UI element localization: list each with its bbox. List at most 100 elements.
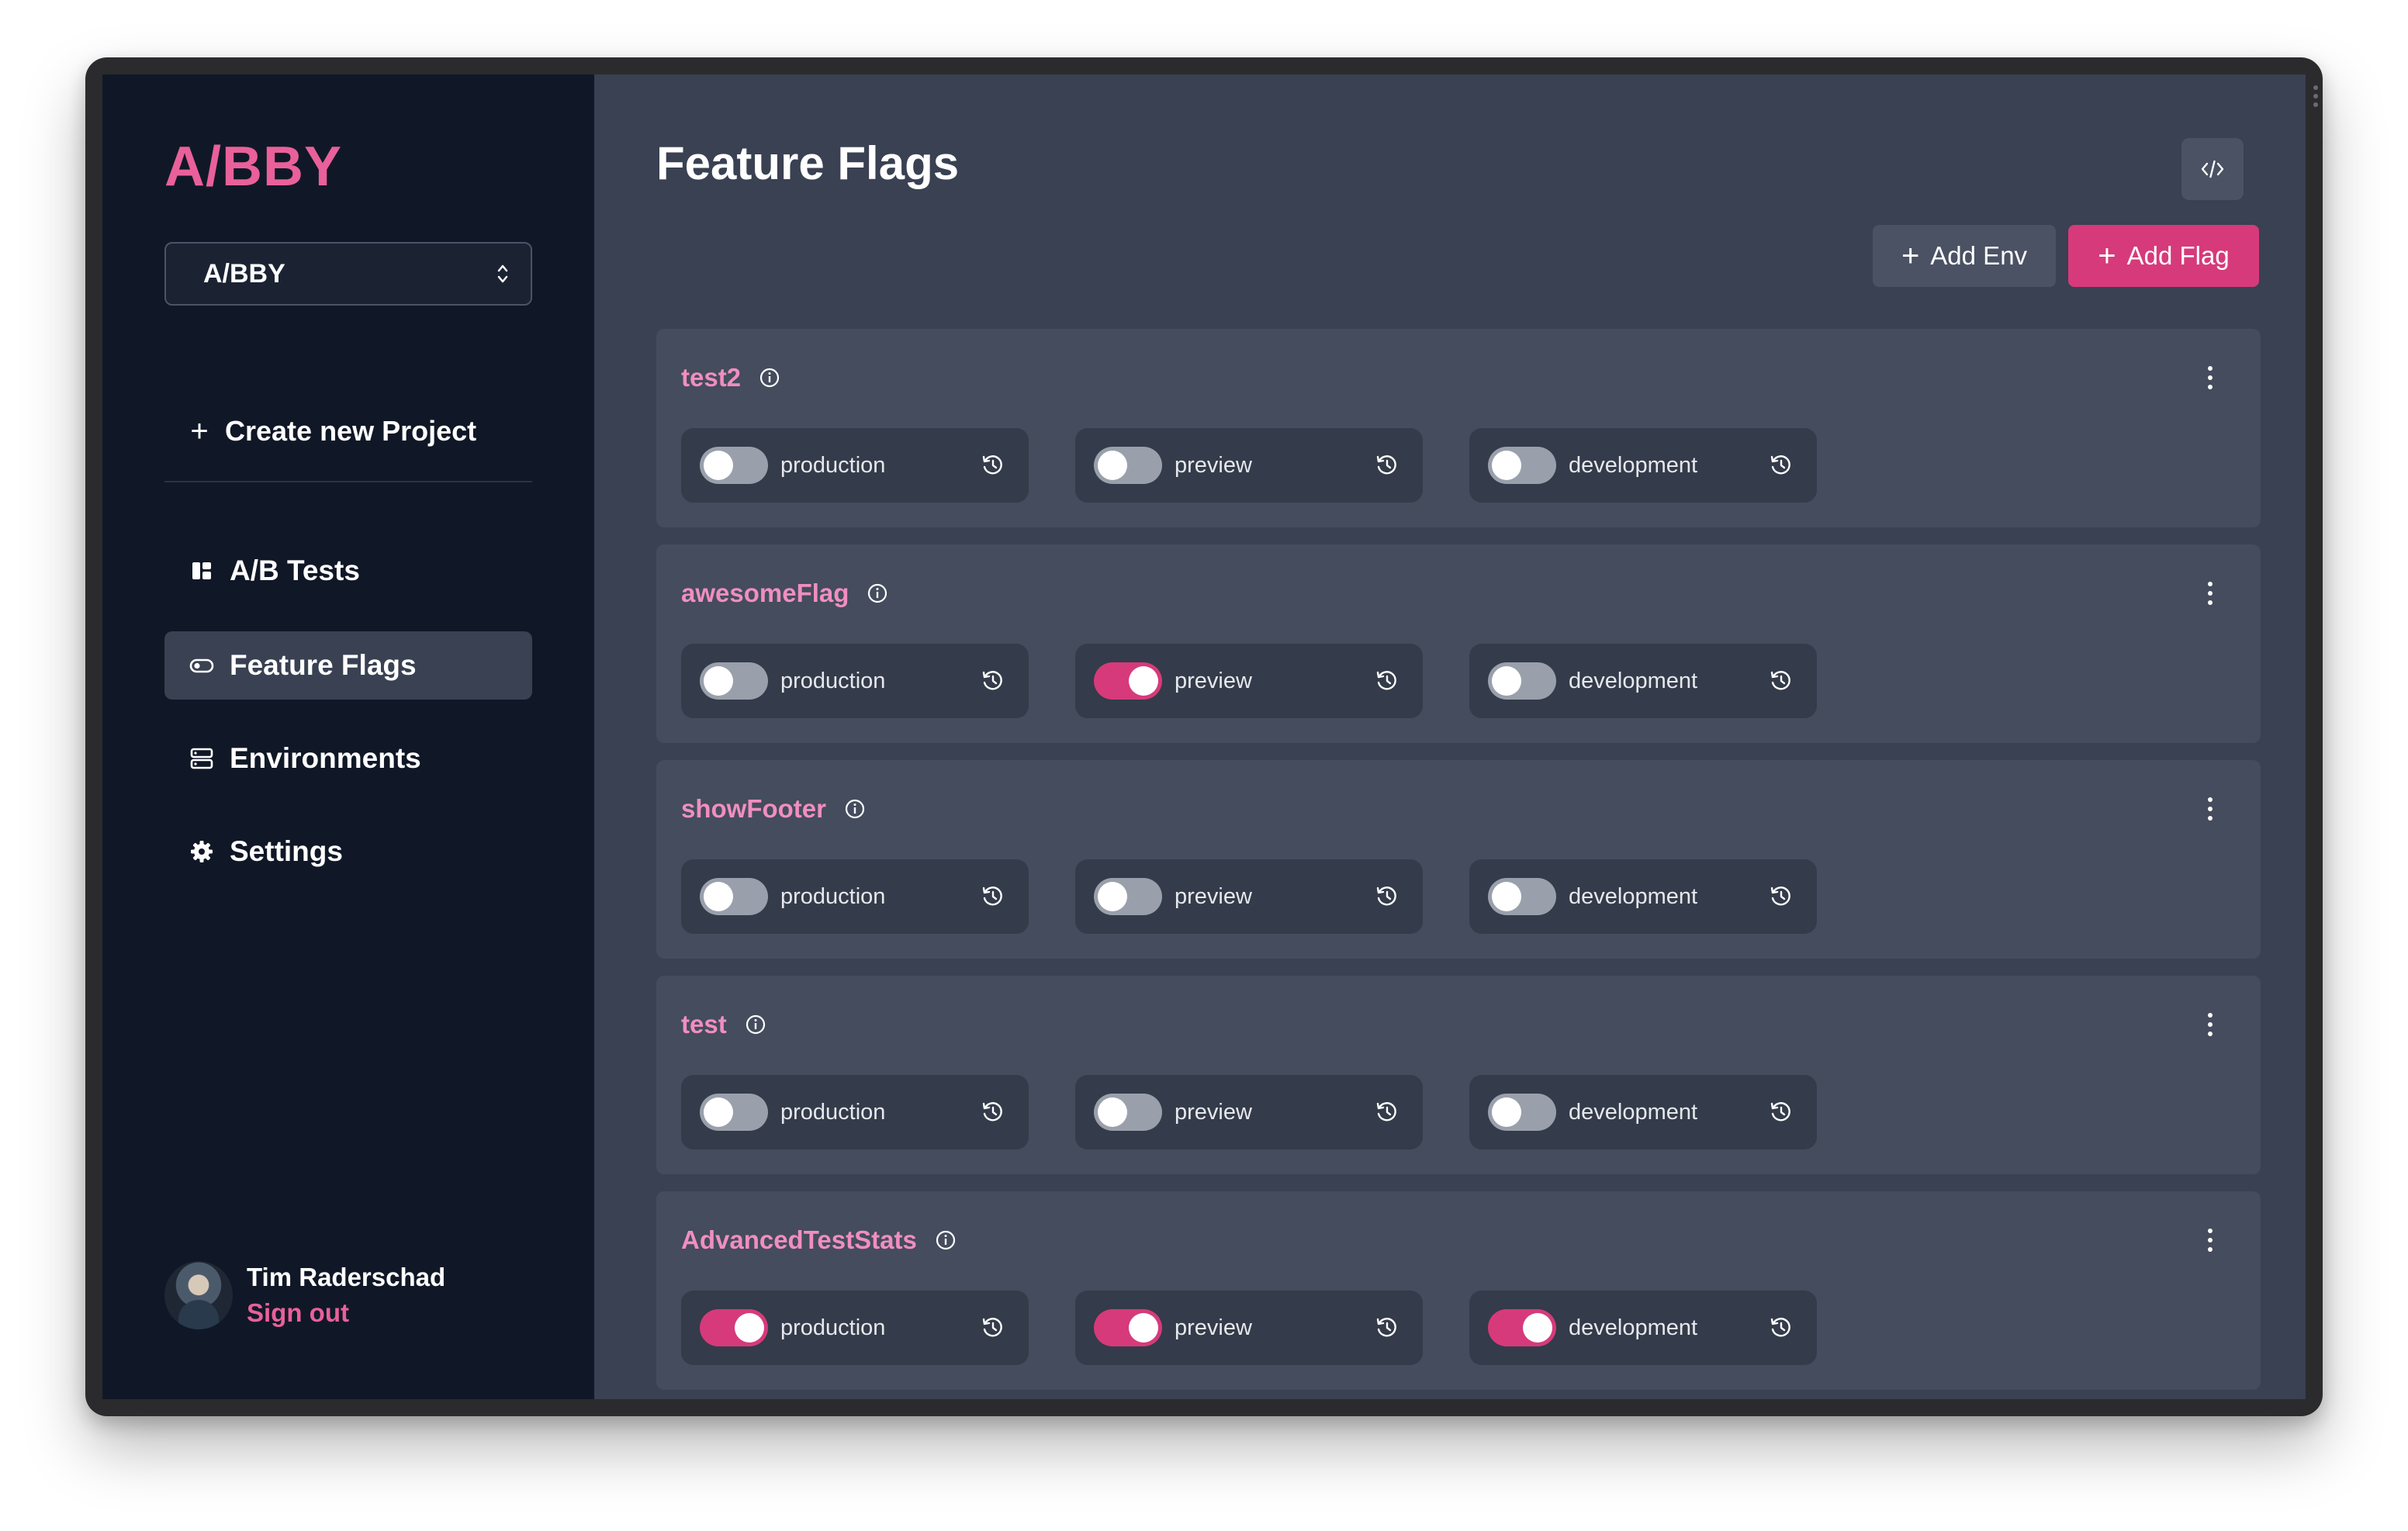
window-grip[interactable] [2313, 85, 2318, 111]
toggle-switch[interactable] [700, 1094, 768, 1131]
env-label: production [780, 1315, 886, 1340]
history-icon[interactable] [1767, 1098, 1795, 1126]
flag-name-row: test2 [681, 363, 781, 392]
sidebar-divider [164, 481, 532, 482]
toggle-switch[interactable] [1488, 447, 1556, 484]
history-icon[interactable] [979, 1314, 1007, 1342]
flag-name-row: awesomeFlag [681, 579, 889, 608]
toggle-switch[interactable] [700, 447, 768, 484]
flag-name[interactable]: awesomeFlag [681, 579, 849, 608]
env-label: preview [1175, 884, 1252, 909]
env-toggle-development: development [1469, 859, 1817, 934]
env-toggle-production: production [681, 644, 1029, 718]
env-label: preview [1175, 1315, 1252, 1340]
sidebar-item-label: Feature Flags [230, 649, 417, 681]
toggle-switch[interactable] [1094, 1094, 1162, 1131]
env-label: production [780, 669, 886, 693]
sidebar-item-label: Settings [230, 835, 343, 867]
project-select[interactable]: A/BBY [164, 242, 532, 306]
sidebar-item-ab-tests[interactable]: A/B Tests [164, 537, 532, 605]
more-options-icon[interactable] [2206, 366, 2214, 394]
history-icon[interactable] [1373, 883, 1401, 911]
toggle-switch[interactable] [700, 662, 768, 700]
history-icon[interactable] [1373, 451, 1401, 479]
dashboard-icon [192, 562, 211, 579]
history-icon[interactable] [1767, 667, 1795, 695]
more-options-icon[interactable] [2206, 582, 2214, 610]
toggle-icon [189, 658, 214, 673]
env-label: preview [1175, 453, 1252, 478]
sidebar-item-label: A/B Tests [230, 555, 360, 586]
flag-name[interactable]: showFooter [681, 794, 826, 824]
history-icon[interactable] [1373, 1098, 1401, 1126]
create-project-label: Create new Project [225, 415, 477, 447]
toggle-switch[interactable] [700, 878, 768, 915]
history-icon[interactable] [1767, 451, 1795, 479]
flag-name[interactable]: test2 [681, 363, 741, 392]
env-label: preview [1175, 1100, 1252, 1125]
toggle-switch[interactable] [1488, 1309, 1556, 1346]
flag-name[interactable]: AdvancedTestStats [681, 1225, 917, 1255]
history-icon[interactable] [1767, 883, 1795, 911]
toggle-switch[interactable] [1094, 447, 1162, 484]
history-icon[interactable] [979, 1098, 1007, 1126]
flag-name-row: showFooter [681, 794, 867, 824]
sidebar-item-feature-flags[interactable]: Feature Flags [164, 631, 532, 700]
toggle-switch[interactable] [1094, 1309, 1162, 1346]
history-icon[interactable] [1373, 667, 1401, 695]
plus-icon: + [190, 413, 209, 448]
sidebar-item-settings[interactable]: Settings [164, 817, 532, 886]
more-options-icon[interactable] [2206, 797, 2214, 825]
history-icon[interactable] [979, 667, 1007, 695]
gear-icon [191, 841, 213, 862]
sidebar-item-environments[interactable]: Environments [164, 724, 532, 793]
history-icon[interactable] [979, 451, 1007, 479]
create-project-button[interactable]: + Create new Project [189, 408, 476, 454]
app-window: A/BBY A/BBY + Create new Project A/B Tes… [102, 74, 2306, 1399]
more-options-icon[interactable] [2206, 1013, 2214, 1041]
flag-name-row: AdvancedTestStats [681, 1225, 957, 1255]
flag-card: test2 production preview development [656, 329, 2261, 527]
toggle-switch[interactable] [1488, 1094, 1556, 1131]
toggle-switch[interactable] [700, 1309, 768, 1346]
sidebar: A/BBY A/BBY + Create new Project A/B Tes… [102, 74, 594, 1399]
env-toggle-production: production [681, 1291, 1029, 1365]
env-label: preview [1175, 669, 1252, 693]
history-icon[interactable] [1373, 1314, 1401, 1342]
more-options-icon[interactable] [2206, 1229, 2214, 1256]
history-icon[interactable] [979, 883, 1007, 911]
toggle-switch[interactable] [1488, 662, 1556, 700]
env-toggle-development: development [1469, 644, 1817, 718]
history-icon[interactable] [1767, 1314, 1795, 1342]
env-toggle-preview: preview [1075, 644, 1423, 718]
toggle-switch[interactable] [1488, 878, 1556, 915]
add-flag-label: Add Flag [2126, 241, 2230, 270]
env-label: production [780, 1100, 886, 1125]
add-env-button[interactable]: + Add Env [1873, 225, 2056, 287]
env-toggle-preview: preview [1075, 1075, 1423, 1149]
server-icon [190, 748, 213, 769]
env-toggle-preview: preview [1075, 1291, 1423, 1365]
info-icon[interactable] [866, 582, 889, 605]
env-toggle-production: production [681, 1075, 1029, 1149]
info-icon[interactable] [934, 1229, 957, 1252]
sign-out-link[interactable]: Sign out [247, 1298, 445, 1328]
env-label: production [780, 884, 886, 909]
toggle-switch[interactable] [1094, 662, 1162, 700]
info-icon[interactable] [758, 366, 781, 389]
env-toggle-preview: preview [1075, 859, 1423, 934]
user-profile: Tim Raderschad Sign out [164, 1261, 445, 1329]
plus-icon: + [2098, 238, 2116, 273]
env-toggle-development: development [1469, 1291, 1817, 1365]
info-icon[interactable] [744, 1013, 767, 1036]
code-button[interactable] [2181, 138, 2244, 200]
toggle-switch[interactable] [1094, 878, 1162, 915]
info-icon[interactable] [843, 797, 867, 821]
flag-name-row: test [681, 1010, 767, 1039]
add-flag-button[interactable]: + Add Flag [2068, 225, 2259, 287]
env-toggle-development: development [1469, 428, 1817, 503]
env-toggle-production: production [681, 859, 1029, 934]
env-label: development [1569, 669, 1698, 693]
flag-name[interactable]: test [681, 1010, 727, 1039]
project-select-value: A/BBY [203, 258, 285, 289]
